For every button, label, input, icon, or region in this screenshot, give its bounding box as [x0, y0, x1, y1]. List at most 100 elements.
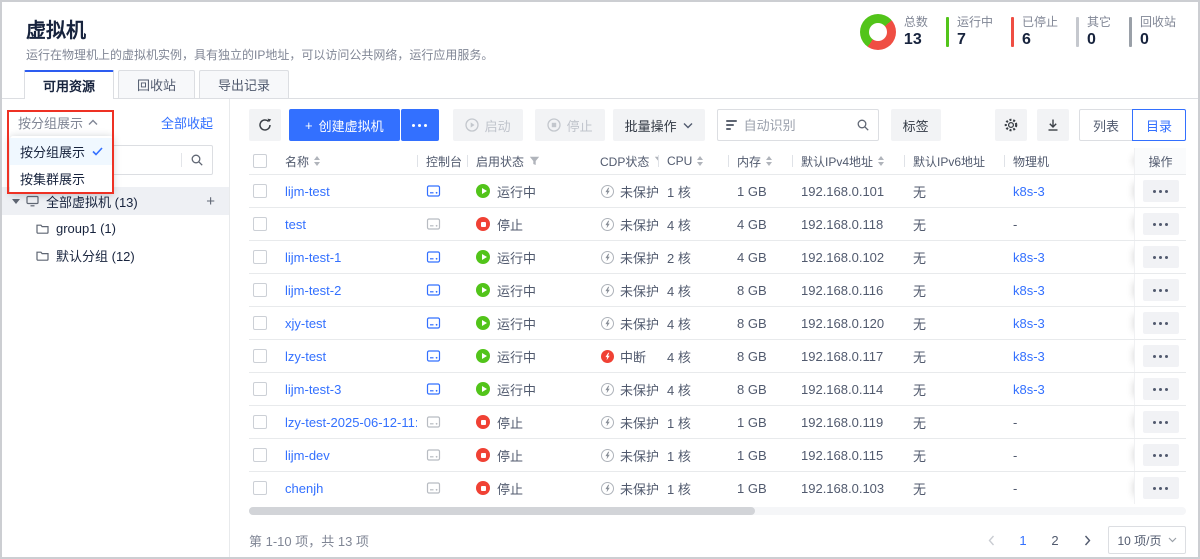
tree-item-default-group[interactable]: 默认分组 (12)	[2, 242, 229, 269]
sort-icon[interactable]	[766, 156, 772, 166]
horizontal-scrollbar[interactable]	[249, 507, 1186, 515]
vm-name-link[interactable]: lijm-test-3	[285, 382, 341, 397]
vm-name-link[interactable]: lijm-test	[285, 184, 330, 199]
page-size-select[interactable]: 10 项/页	[1108, 526, 1186, 554]
console-icon[interactable]	[426, 448, 441, 462]
vm-name-link[interactable]: lijm-dev	[285, 448, 330, 463]
row-checkbox[interactable]	[253, 349, 267, 363]
sort-icon[interactable]	[314, 156, 320, 166]
console-icon[interactable]	[426, 316, 441, 330]
chevron-right-icon	[1084, 535, 1091, 546]
stat-value: 6	[1022, 30, 1058, 49]
row-checkbox[interactable]	[253, 382, 267, 396]
vm-name-link[interactable]: lijm-test-1	[285, 250, 341, 265]
row-checkbox[interactable]	[253, 250, 267, 264]
magnifier-icon[interactable]	[190, 153, 204, 167]
chevron-down-icon	[1168, 537, 1177, 543]
column-header-status[interactable]: 启用状态	[467, 153, 592, 170]
column-header-cdp[interactable]: CDP状态	[592, 153, 658, 170]
view-catalog-button[interactable]: 目录	[1132, 109, 1186, 141]
tree-item-group1[interactable]: group1 (1)	[2, 215, 229, 242]
vm-name-link[interactable]: chenjh	[285, 481, 323, 496]
row-checkbox[interactable]	[253, 217, 267, 231]
row-actions-button[interactable]	[1143, 279, 1179, 301]
page-1-button[interactable]: 1	[1012, 528, 1034, 552]
row-actions-button[interactable]	[1143, 411, 1179, 433]
toolbar: + 创建虚拟机 启动 停止 批量操作	[249, 109, 1186, 141]
console-icon[interactable]	[426, 415, 441, 429]
row-actions-button[interactable]	[1143, 312, 1179, 334]
vm-search-input[interactable]	[744, 118, 849, 133]
column-settings-button[interactable]	[995, 109, 1027, 141]
chevron-down-icon	[683, 122, 693, 129]
vm-name-link[interactable]: lzy-test	[285, 349, 326, 364]
batch-operations-button[interactable]: 批量操作	[613, 109, 705, 141]
row-checkbox[interactable]	[253, 316, 267, 330]
console-icon[interactable]	[426, 184, 441, 198]
cpu-cell: 4 核	[658, 281, 728, 300]
row-actions-button[interactable]	[1143, 477, 1179, 499]
prev-page-button[interactable]	[980, 528, 1002, 552]
column-header-memory[interactable]: 内存	[728, 153, 792, 170]
tab-available-resources[interactable]: 可用资源	[24, 70, 114, 99]
row-actions-button[interactable]	[1143, 444, 1179, 466]
console-icon[interactable]	[426, 217, 441, 231]
expand-caret-icon[interactable]	[12, 199, 20, 204]
row-checkbox[interactable]	[253, 481, 267, 495]
host-link[interactable]: k8s-3	[1013, 184, 1045, 199]
row-actions-button[interactable]	[1143, 378, 1179, 400]
host-link[interactable]: k8s-3	[1013, 349, 1045, 364]
row-checkbox[interactable]	[253, 415, 267, 429]
row-checkbox[interactable]	[253, 184, 267, 198]
export-download-button[interactable]	[1037, 109, 1069, 141]
host-link[interactable]: k8s-3	[1013, 250, 1045, 265]
vm-name-link[interactable]: lzy-test-2025-06-12-11:29:00	[285, 415, 417, 430]
create-more-button[interactable]	[401, 109, 439, 141]
row-checkbox[interactable]	[253, 283, 267, 297]
select-all-checkbox[interactable]	[253, 154, 267, 168]
row-actions-button[interactable]	[1143, 246, 1179, 268]
page-2-button[interactable]: 2	[1044, 528, 1066, 552]
row-actions-button[interactable]	[1143, 345, 1179, 367]
magnifier-icon[interactable]	[856, 118, 870, 132]
table-row: lzy-test 运行中 中断 4 核 8 GB 192.168.0.117 无…	[249, 339, 1186, 372]
view-list-button[interactable]: 列表	[1079, 109, 1133, 141]
start-vm-button[interactable]: 启动	[453, 109, 523, 141]
host-link[interactable]: k8s-3	[1013, 382, 1045, 397]
console-icon[interactable]	[426, 250, 441, 264]
status-cell: 运行中	[467, 314, 592, 333]
console-icon[interactable]	[426, 349, 441, 363]
column-header-cpu[interactable]: CPU	[658, 154, 728, 168]
cpu-cell: 4 核	[658, 380, 728, 399]
host-link[interactable]: k8s-3	[1013, 316, 1045, 331]
add-group-button[interactable]: +	[206, 194, 215, 209]
tag-button[interactable]: 标签	[891, 109, 941, 141]
row-actions-button[interactable]	[1143, 213, 1179, 235]
sort-icon[interactable]	[878, 156, 884, 166]
column-header-name[interactable]: 名称	[285, 153, 417, 170]
row-checkbox[interactable]	[253, 448, 267, 462]
column-header-ipv4[interactable]: 默认IPv4地址	[792, 153, 904, 170]
refresh-button[interactable]	[249, 109, 281, 141]
sort-icon[interactable]	[697, 156, 703, 166]
dropdown-option-by-group[interactable]: 按分组展示	[10, 138, 113, 165]
vm-name-link[interactable]: test	[285, 217, 306, 232]
console-icon[interactable]	[426, 382, 441, 396]
ipv6-cell: 无	[904, 446, 1004, 465]
collapse-all-link[interactable]: 全部收起	[161, 113, 213, 132]
stop-vm-button[interactable]: 停止	[535, 109, 605, 141]
vm-name-link[interactable]: lijm-test-2	[285, 283, 341, 298]
next-page-button[interactable]	[1076, 528, 1098, 552]
host-link[interactable]: k8s-3	[1013, 283, 1045, 298]
console-icon[interactable]	[426, 283, 441, 297]
dropdown-option-by-cluster[interactable]: 按集群展示	[10, 165, 113, 192]
display-mode-dropdown-trigger[interactable]: 按分组展示	[18, 113, 98, 132]
row-actions-button[interactable]	[1143, 180, 1179, 202]
create-vm-button[interactable]: + 创建虚拟机	[289, 109, 400, 141]
tab-export-records[interactable]: 导出记录	[199, 70, 289, 98]
tab-recycle-bin[interactable]: 回收站	[118, 70, 195, 98]
scrollbar-thumb[interactable]	[249, 507, 755, 515]
vm-name-link[interactable]: xjy-test	[285, 316, 326, 331]
filter-funnel-icon[interactable]	[529, 156, 540, 166]
console-icon[interactable]	[426, 481, 441, 495]
